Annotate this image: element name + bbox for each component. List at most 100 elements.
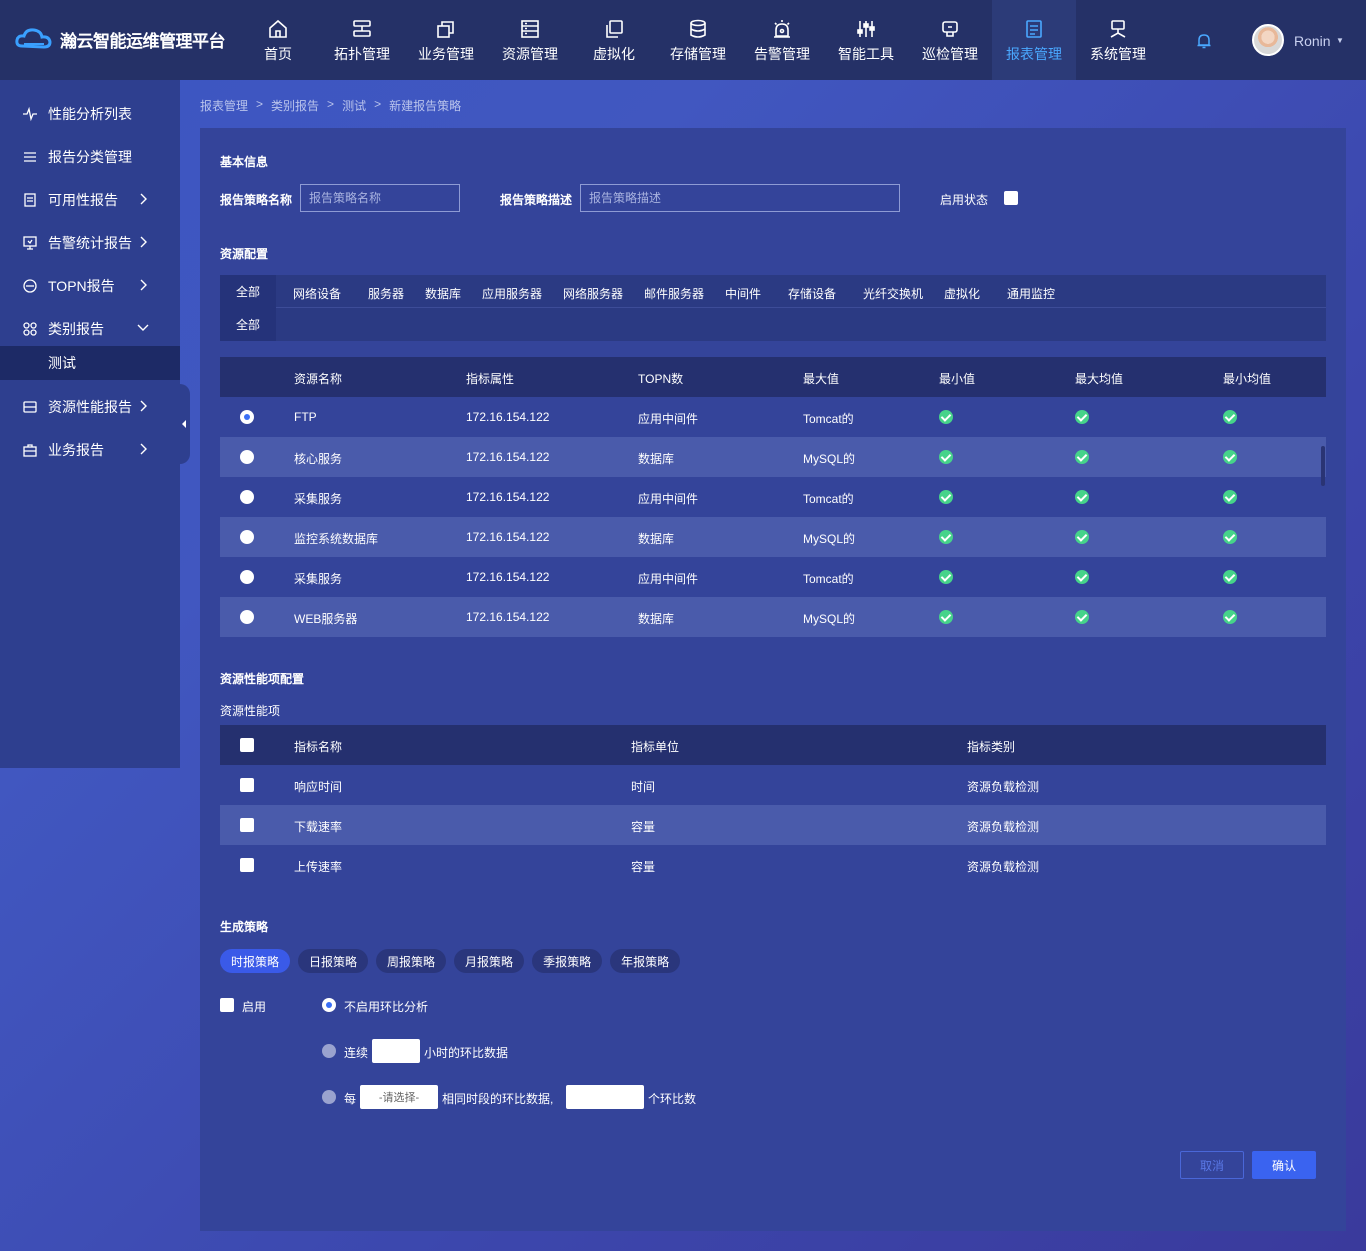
enable-status-label: 启用状态 [940,193,989,207]
top-header: 瀚云智能运维管理平台 首页 拓扑管理 业务管理 资源管理 虚拟化 存储管理 告警… [0,0,1366,80]
category-tab[interactable]: 邮件服务器 [644,285,704,302]
sidebar-item-resource-perf[interactable]: 资源性能报告 [0,385,180,428]
category-tab[interactable]: 中间件 [725,285,761,302]
table-scrollbar[interactable] [1321,446,1325,486]
app-logo[interactable]: 瀚云智能运维管理平台 [14,24,226,54]
nav-system[interactable]: 系统管理 [1076,0,1160,80]
hours-input[interactable] [372,1039,420,1063]
row-radio[interactable] [240,410,254,424]
sidebar-item-alarm-stats[interactable]: 告警统计报告 [0,221,180,264]
radio-continuous[interactable] [322,1044,336,1058]
tab-hourly[interactable]: 时报策略 [220,949,291,973]
nav-label: 系统管理 [1090,46,1146,62]
row-radio[interactable] [240,530,254,544]
inspection-icon [942,21,958,37]
category-tab[interactable]: 网络服务器 [563,285,623,302]
category-tab[interactable]: 网络设备 [293,285,341,302]
row-radio[interactable] [240,490,254,504]
nav-report[interactable]: 报表管理 [992,0,1076,80]
sidebar-subitem-test[interactable]: 测试 [0,346,180,380]
row-radio[interactable] [240,610,254,624]
breadcrumb-item[interactable]: 测试 [342,97,366,114]
column-header: TOPN数 [638,372,684,386]
category-tab[interactable]: 存储设备 [788,285,836,302]
sidebar-item-business-report[interactable]: 业务报告 [0,428,180,471]
category-tab-all[interactable]: 全部 [220,275,276,308]
table-row[interactable]: WEB服务器 172.16.154.122 数据库 MySQL的 [220,597,1326,637]
row-radio[interactable] [240,570,254,584]
breadcrumb-item[interactable]: 类别报告 [271,97,319,114]
select-all-checkbox[interactable] [240,738,254,752]
nav-inspection[interactable]: 巡检管理 [908,0,992,80]
radio-no-ratio[interactable] [322,998,336,1012]
resource-ip: 172.16.154.122 [466,530,550,544]
tab-weekly[interactable]: 周报策略 [376,949,447,973]
strategy-desc-input[interactable] [580,184,900,212]
grid-icon [23,321,37,336]
period-select[interactable]: -请选择- [360,1085,438,1109]
row-checkbox[interactable] [240,858,254,872]
check-circle-icon [939,610,953,624]
user-name[interactable]: Ronin [1294,33,1331,49]
ratio-count-input[interactable] [566,1085,644,1109]
table-row[interactable]: 上传速率 容量 资源负载检测 [220,845,1326,885]
resource-table-header: 资源名称 指标属性 TOPN数 最大值 最小值 最大均值 最小均值 [220,357,1326,397]
column-header: 指标属性 [466,372,515,386]
avatar[interactable] [1252,24,1284,56]
row-checkbox[interactable] [240,778,254,792]
nav-business[interactable]: 业务管理 [404,0,488,80]
tab-quarterly[interactable]: 季报策略 [532,949,603,973]
nav-tools[interactable]: 智能工具 [824,0,908,80]
tab-daily[interactable]: 日报策略 [298,949,369,973]
radio-every[interactable] [322,1090,336,1104]
category-tab[interactable]: 数据库 [425,285,461,302]
column-header: 最小值 [939,372,976,386]
sidebar-item-topn[interactable]: TOPN报告 [0,264,180,307]
category-tab[interactable]: 应用服务器 [482,285,542,302]
table-row[interactable]: 监控系统数据库 172.16.154.122 数据库 MySQL的 [220,517,1326,557]
sidebar-item-perf-list[interactable]: 性能分析列表 [0,92,180,135]
breadcrumb-item[interactable]: 报表管理 [200,97,248,114]
confirm-button[interactable]: 确认 [1252,1151,1316,1179]
column-header: 指标名称 [294,740,343,754]
nav-virtualization[interactable]: 虚拟化 [572,0,656,80]
nav-storage[interactable]: 存储管理 [656,0,740,80]
check-circle-icon [1223,610,1237,624]
cancel-button[interactable]: 取消 [1180,1151,1244,1179]
bell-icon[interactable] [1195,32,1213,50]
nav-topology[interactable]: 拓扑管理 [320,0,404,80]
enable-status-checkbox[interactable] [1004,191,1018,205]
nav-resource[interactable]: 资源管理 [488,0,572,80]
tab-yearly[interactable]: 年报策略 [610,949,681,973]
table-row[interactable]: 核心服务 172.16.154.122 数据库 MySQL的 [220,437,1326,477]
sidebar-item-availability[interactable]: 可用性报告 [0,178,180,221]
tab-monthly[interactable]: 月报策略 [454,949,525,973]
table-row[interactable]: FTP 172.16.154.122 应用中间件 Tomcat的 [220,397,1326,437]
row-radio[interactable] [240,450,254,464]
sidebar-item-category-mgmt[interactable]: 报告分类管理 [0,135,180,178]
category-tab[interactable]: 光纤交换机 [863,285,923,302]
nav-label: 报表管理 [1006,46,1062,62]
check-circle-icon [1075,570,1089,584]
category-tab[interactable]: 通用监控 [1007,285,1055,302]
table-row[interactable]: 响应时间 时间 资源负载检测 [220,765,1326,805]
table-row[interactable]: 采集服务 172.16.154.122 应用中间件 Tomcat的 [220,477,1326,517]
strategy-name-input[interactable] [300,184,460,212]
sidebar-collapse-toggle[interactable] [180,384,190,464]
check-circle-icon [939,570,953,584]
table-row[interactable]: 下载速率 容量 资源负载检测 [220,805,1326,845]
table-row[interactable]: 采集服务 172.16.154.122 应用中间件 Tomcat的 [220,557,1326,597]
strategy-enable-label: 启用 [242,1000,267,1014]
chevron-down-icon[interactable]: ▼ [1336,36,1344,45]
nav-label: 资源管理 [502,46,558,62]
home-icon [269,19,287,38]
nav-home[interactable]: 首页 [236,0,320,80]
category-tab[interactable]: 服务器 [368,285,404,302]
row-checkbox[interactable] [240,818,254,832]
nav-alarm[interactable]: 告警管理 [740,0,824,80]
sidebar-item-category-report[interactable]: 类别报告 [0,307,180,350]
category-tab[interactable]: 虚拟化 [944,285,980,302]
subcategory-tab-all[interactable]: 全部 [220,308,276,341]
check-circle-icon [1075,490,1089,504]
strategy-enable-checkbox[interactable] [220,998,234,1012]
